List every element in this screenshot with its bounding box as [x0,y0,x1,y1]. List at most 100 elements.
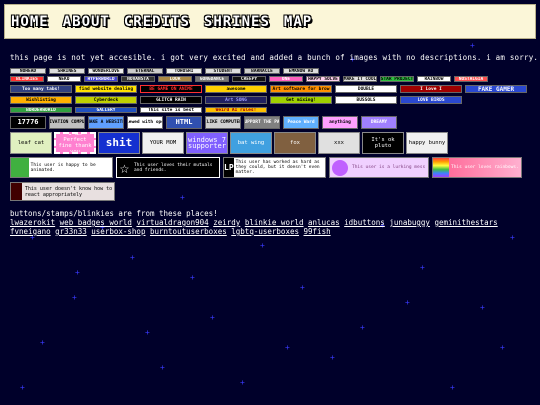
badge-button[interactable]: BLINKIES [10,76,44,82]
stamp-row: leaf cat I am Perfect fine thank you shi… [10,132,448,154]
button-row-5: BORDERWORLD GALLERY This site is best We… [10,107,267,113]
badge-button[interactable]: TOHOSHI [166,68,202,74]
credit-link[interactable]: burntoutuserboxes [150,227,227,236]
credit-link[interactable]: lgbtq-userboxes [231,227,299,236]
svg-text:+: + [190,273,195,282]
credit-link[interactable]: gr33n33 [55,227,87,236]
button-row-1: NOHEAD SHRINES WONDERLOVE ETERNAL TOHOSH… [10,68,319,74]
credit-link[interactable]: web badges world [60,218,132,227]
badge-button[interactable]: WONDERLOVE [88,68,124,74]
credit-link[interactable]: anlucas [308,218,340,227]
userbox: This user is happy to be animated. [10,157,113,178]
svg-text:+: + [470,41,475,50]
credit-link[interactable]: fvneigano [10,227,51,236]
badge-button[interactable]: best viewed with open eyes [127,116,163,129]
credit-link[interactable]: idbuttons [344,218,385,227]
stamp: windows 7 supporter [186,132,228,154]
credit-link[interactable]: blinkie world [245,218,304,227]
badge-button[interactable]: NOHEAD [10,68,46,74]
badge-button[interactable]: RAINBOW [417,76,451,82]
credit-link[interactable]: 99fish [304,227,331,236]
stamp: xxx [318,132,360,154]
star-icon: ☆ [119,158,130,177]
badge-button[interactable]: DREAMY [361,116,397,129]
credit-link[interactable]: virtualdragon904 [136,218,208,227]
svg-text:+: + [75,268,80,277]
badge-button[interactable]: I SUPPORT THE PARTY [244,116,280,129]
credit-link[interactable]: userbox-shop [91,227,145,236]
rainbow-icon [433,158,449,177]
nav-shrines-link[interactable]: SHRINES [204,14,270,30]
badge-button[interactable]: STUDENT [205,68,241,74]
userbox: ☆ This user loves their mutuals and frie… [116,157,220,178]
svg-text:+: + [130,253,135,262]
credit-links: lwazerokit web badges world virtualdrago… [10,218,530,236]
userbox-text: This user doesn't know how to react appr… [24,185,113,198]
stamp: leaf cat [10,132,52,154]
badge-button[interactable]: This site is best [140,107,202,113]
badge-button[interactable]: I Love I [400,85,462,93]
badge-button[interactable]: ETERNAL [127,68,163,74]
badge-button[interactable]: CREEPY [232,76,266,82]
badge-button[interactable]: GONGDANCE [195,76,229,82]
badge-button[interactable]: Art SONG [205,96,267,104]
credit-link[interactable]: lwazerokit [10,218,55,227]
badge-button[interactable]: HYPERWORLD [84,76,118,82]
badge-button[interactable]: LOUR [158,76,192,82]
credit-link[interactable]: zeirdy [213,218,240,227]
userbox-text: This user has worked as hard as they cou… [235,160,320,175]
nav-credits-link[interactable]: CREDITS [124,14,190,30]
badge-button[interactable]: STAR PROJECT [380,76,414,82]
badge-button[interactable]: NEKO [47,76,81,82]
hit-counter: 17776 [10,116,46,129]
badge-button[interactable]: HAPPY SOLVE [306,76,340,82]
badge-button[interactable]: BARNACLE [244,68,280,74]
badge-button[interactable]: DOUBLE [335,85,397,93]
badge-button[interactable]: NOSTALGIA [454,76,488,82]
badge-button[interactable]: EMKNOW AO [283,68,319,74]
stamp: bat wing [230,132,272,154]
button-row-3: Too many tabs! find website dealing BE G… [10,85,527,93]
badge-button[interactable]: Wishlisting [10,96,72,104]
credit-link[interactable]: junabuggy [389,218,430,227]
badge-button[interactable]: Peace Ward [283,116,319,129]
badge-button[interactable]: Weird AI rules! [205,107,267,113]
credit-link[interactable]: geminithestars [434,218,497,227]
svg-text:+: + [360,323,365,332]
badge-button[interactable]: Art software for brow [270,85,332,93]
badge-button[interactable]: GLITCH RAIN [140,96,202,104]
nav-map-link[interactable]: MAP [284,14,312,30]
badge-button[interactable]: LOVE BIRDS [400,96,462,104]
badge-button[interactable]: ILIKE COMPUTER [205,116,241,129]
svg-text:+: + [40,338,45,347]
nav-home-link[interactable]: HOME [11,14,49,30]
badge-button[interactable]: HTML [166,116,202,129]
badge-button[interactable]: FAKE GAMER [465,85,527,93]
badge-button[interactable]: MAKE IT COOL [343,76,377,82]
svg-text:+: + [72,293,77,302]
badge-button[interactable]: Too many tabs! [10,85,72,93]
badge-button[interactable]: SHRINES [49,68,85,74]
badge-button[interactable]: BORDERWORLD [10,107,72,113]
badge-button[interactable]: awesome [205,85,267,93]
badge-button[interactable]: GALLERY [75,107,137,113]
badge-button[interactable]: find website dealing [75,85,137,93]
svg-text:+: + [300,283,305,292]
badge-button[interactable]: ONE [269,76,303,82]
nav-about-link[interactable]: ABOUT [63,14,110,30]
badge-button[interactable]: Cyberdeck [75,96,137,104]
credits-section: buttons/stamps/blinkies are from these p… [10,209,530,236]
svg-text:+: + [210,313,215,322]
badge-button[interactable]: NOVANSTA [121,76,155,82]
button-row-4: Wishlisting Cyberdeck GLITCH RAIN Art SO… [10,96,462,104]
badge-button[interactable]: ACTIVATION COMPUTER [49,116,85,129]
svg-text:+: + [480,303,485,312]
badge-button[interactable]: BUSSOLS [335,96,397,104]
badge-button[interactable]: BE GAME ON ANIME [140,85,202,93]
stamp: I am Perfect fine thank you [54,132,96,154]
userbox-text: This user is a lurking mess [352,165,426,170]
badge-button[interactable]: Get mixing! [270,96,332,104]
svg-text:+: + [240,378,245,387]
badge-button[interactable]: MAKE A WEBSITE [88,116,124,129]
badge-button[interactable]: anything [322,116,358,129]
